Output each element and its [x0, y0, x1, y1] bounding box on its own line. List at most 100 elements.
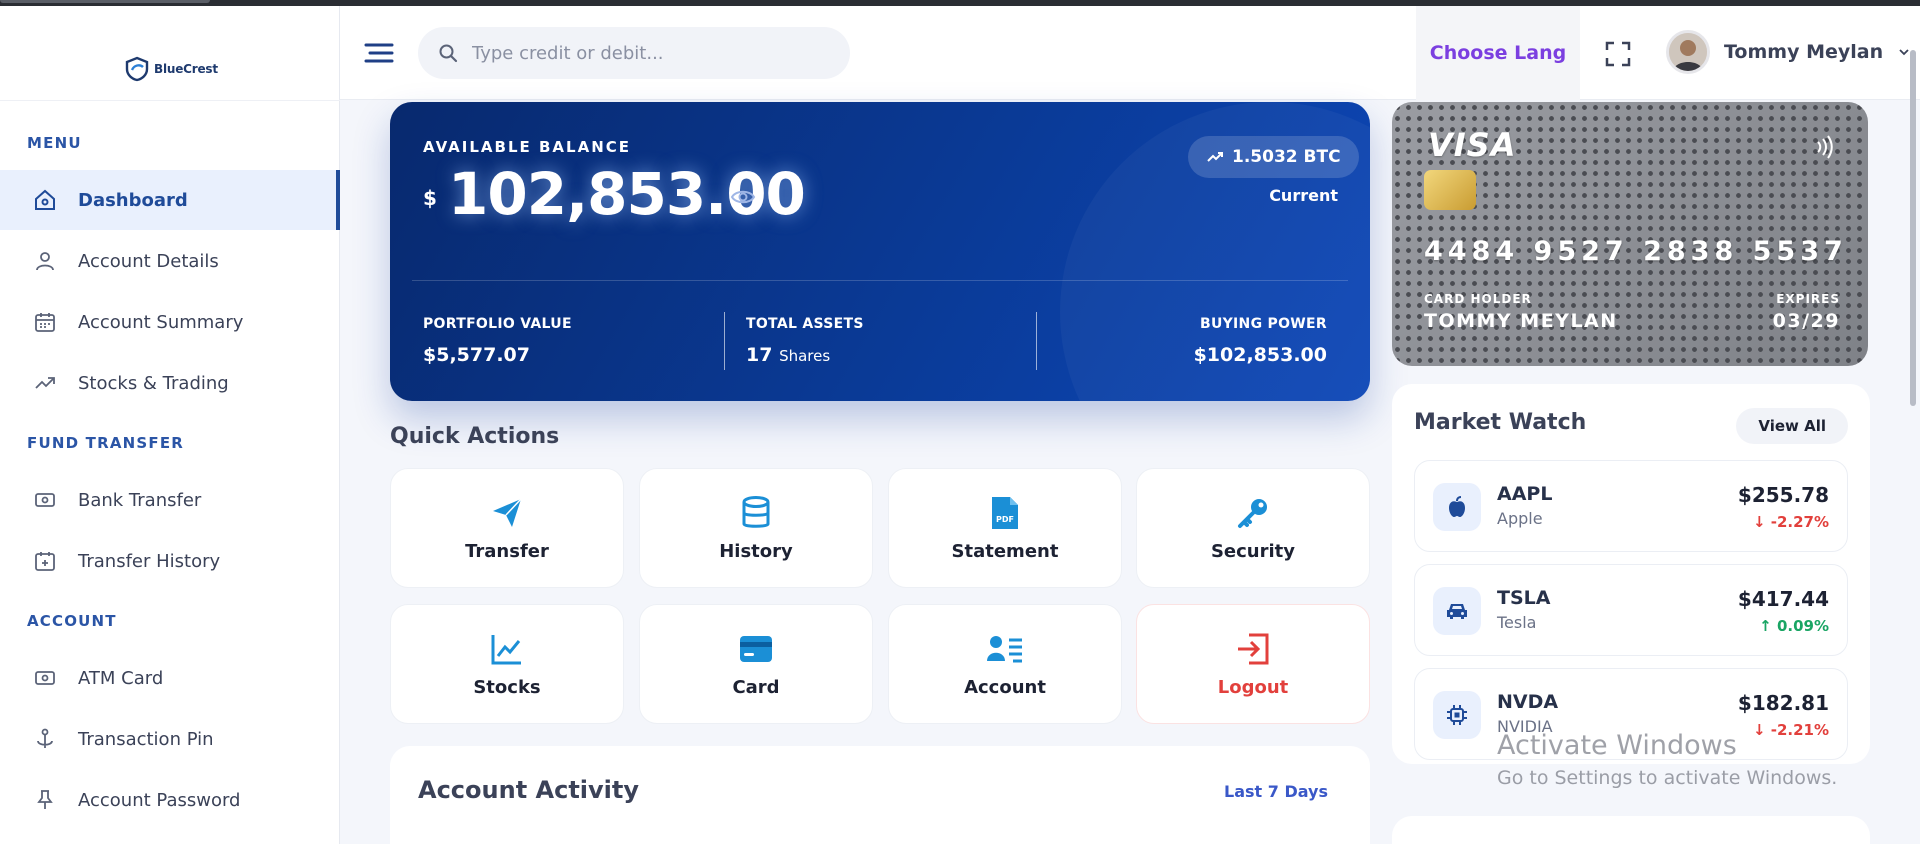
quick-action-statement[interactable]: PDF Statement [888, 468, 1122, 588]
quick-action-label: History [719, 540, 793, 562]
sidebar-item-atm-card[interactable]: ATM Card [0, 648, 340, 708]
account-activity-title: Account Activity [418, 776, 640, 804]
quick-action-history[interactable]: History [639, 468, 873, 588]
user-menu[interactable]: Tommy Meylan [1666, 30, 1911, 74]
quick-actions-title: Quick Actions [390, 424, 560, 449]
btc-value: 1.5032 BTC [1232, 147, 1341, 167]
credit-card-icon [738, 631, 774, 667]
sidebar-item-label: Stocks & Trading [78, 372, 229, 394]
watermark-subtitle: Go to Settings to activate Windows. [1497, 767, 1838, 789]
sidebar-item-stocks-trading[interactable]: Stocks & Trading [0, 353, 340, 413]
view-all-button[interactable]: View All [1736, 408, 1848, 444]
card-holder-label: CARD HOLDER [1424, 292, 1532, 306]
stock-price: $182.81 [1737, 691, 1829, 715]
pin-icon [32, 787, 58, 813]
stat-divider [1036, 312, 1037, 370]
section-menu: MENU [27, 134, 82, 152]
quick-action-label: Account [964, 676, 1046, 698]
stock-row-aapl[interactable]: AAPL Apple $255.78 ↓ -2.27% [1414, 460, 1848, 552]
assets-value: 17 Shares [746, 344, 830, 366]
user-icon [32, 248, 58, 274]
home-icon [32, 187, 58, 213]
stock-symbol: AAPL [1497, 483, 1553, 505]
sidebar-item-bank-transfer[interactable]: Bank Transfer [0, 470, 340, 530]
search-bar[interactable] [418, 27, 850, 79]
sidebar-item-label: Account Summary [78, 311, 244, 333]
assets-unit: Shares [779, 347, 831, 365]
logout-icon [1235, 631, 1271, 667]
apple-icon [1433, 483, 1481, 531]
market-watch-panel: Market Watch View All AAPL Apple $255.78… [1392, 384, 1870, 764]
quick-action-label: Security [1210, 540, 1296, 562]
sidebar-item-label: Account Password [78, 789, 241, 811]
portfolio-label: PORTFOLIO VALUE [423, 316, 572, 332]
balance-currency: $ [423, 186, 437, 210]
brand-logo[interactable]: BlueCrest [124, 56, 218, 82]
calendar-plus-icon [32, 548, 58, 574]
stat-divider [724, 312, 725, 370]
quick-action-transfer[interactable]: Transfer [390, 468, 624, 588]
quick-action-label: Card [732, 676, 780, 698]
stock-price: $417.44 [1737, 587, 1829, 611]
quick-action-label: Stocks [473, 676, 541, 698]
sidebar-item-transaction-pin[interactable]: Transaction Pin [0, 709, 340, 769]
car-icon [1433, 587, 1481, 635]
balance-divider [412, 280, 1348, 281]
quick-action-card[interactable]: Card [639, 604, 873, 724]
watermark-title: Activate Windows [1497, 730, 1737, 761]
search-input[interactable] [472, 42, 832, 64]
sidebar-item-dashboard[interactable]: Dashboard [0, 170, 340, 230]
quick-action-stocks[interactable]: Stocks [390, 604, 624, 724]
stock-row-tsla[interactable]: TSLA Tesla $417.44 ↑ 0.09% [1414, 564, 1848, 656]
quick-action-account[interactable]: Account [888, 604, 1122, 724]
id-card-icon [987, 631, 1023, 667]
paper-plane-icon [489, 495, 525, 531]
btc-badge: 1.5032 BTC [1188, 136, 1359, 178]
trending-icon [32, 370, 58, 396]
eye-icon[interactable] [730, 184, 756, 210]
activity-range-filter[interactable]: Last 7 Days [1224, 782, 1328, 801]
hamburger-menu-icon[interactable] [364, 42, 394, 64]
card-expires-label: EXPIRES [1776, 292, 1840, 306]
fullscreen-icon[interactable] [1604, 40, 1632, 68]
secondary-panel [1392, 816, 1870, 844]
stock-change: ↓ -2.27% [1752, 513, 1829, 531]
section-fund-transfer: FUND TRANSFER [27, 434, 185, 452]
card-chip [1424, 170, 1476, 210]
sidebar-item-transfer-history[interactable]: Transfer History [0, 531, 340, 591]
activation-watermark: Activate Windows Go to Settings to activ… [1497, 730, 1837, 789]
sidebar-item-account-summary[interactable]: Account Summary [0, 292, 340, 352]
contactless-icon [1817, 135, 1833, 159]
brand-name: BlueCrest [154, 62, 218, 76]
key-icon [1235, 495, 1271, 531]
chart-line-icon [489, 631, 525, 667]
stock-price: $255.78 [1737, 483, 1829, 507]
quick-action-logout[interactable]: Logout [1136, 604, 1370, 724]
page-scrollbar[interactable] [1910, 50, 1916, 406]
quick-action-security[interactable]: Security [1136, 468, 1370, 588]
quick-action-label: Logout [1217, 676, 1289, 698]
section-account: ACCOUNT [27, 612, 117, 630]
visa-card: VISA 4484 9527 2838 5537 CARD HOLDER TOM… [1392, 102, 1868, 366]
sidebar: BlueCrest MENU Dashboard Account Details… [0, 6, 340, 844]
quick-action-label: Statement [951, 540, 1059, 562]
buying-power-label: BUYING POWER [1199, 316, 1327, 332]
sidebar-item-account-password[interactable]: Account Password [0, 770, 340, 830]
language-selector[interactable]: Choose Lang [1416, 6, 1580, 100]
avatar [1666, 30, 1710, 74]
account-activity-panel: Account Activity Last 7 Days [390, 746, 1370, 844]
database-icon [738, 495, 774, 531]
sidebar-item-label: Dashboard [78, 189, 188, 211]
sidebar-item-label: Transaction Pin [78, 728, 214, 750]
logo-icon [125, 56, 149, 82]
stock-name: Tesla [1497, 613, 1537, 632]
stock-change: ↑ 0.09% [1759, 617, 1829, 635]
top-header: Choose Lang Tommy Meylan [340, 6, 1920, 100]
card-icon [32, 665, 58, 691]
money-icon [32, 487, 58, 513]
sidebar-divider [0, 100, 340, 101]
calendar-icon [32, 309, 58, 335]
sidebar-item-account-details[interactable]: Account Details [0, 231, 340, 291]
portfolio-value: $5,577.07 [423, 344, 530, 366]
sidebar-item-label: Account Details [78, 250, 219, 272]
